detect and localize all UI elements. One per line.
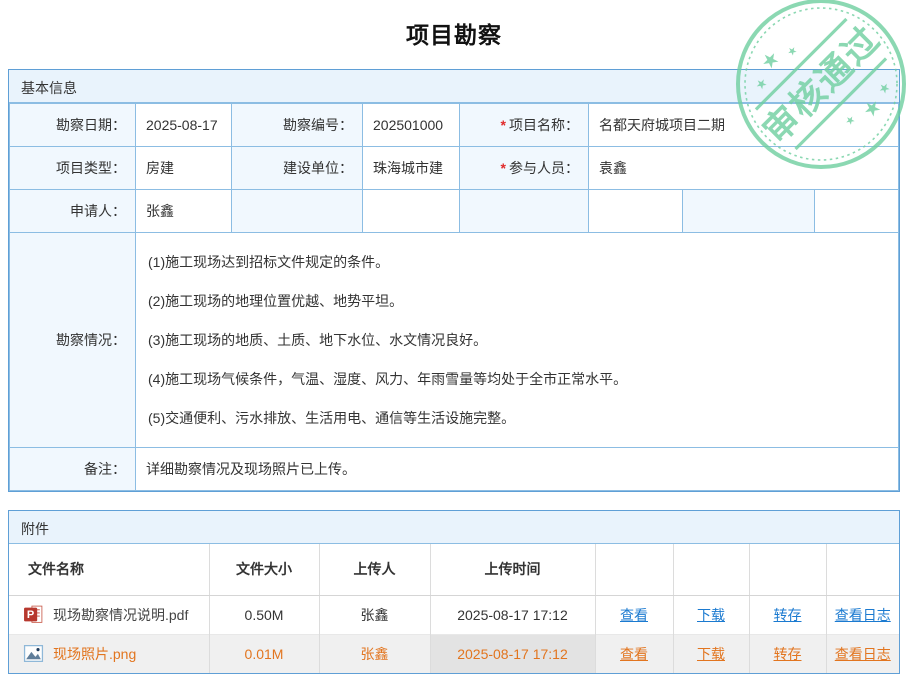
- survey-date-value: 2025-08-17: [136, 104, 232, 147]
- applicant-value: 张鑫: [136, 190, 232, 233]
- page-title: 项目勘察: [0, 0, 908, 50]
- required-asterisk: *: [501, 160, 506, 176]
- survey-line: (1)施工现场达到招标文件规定的条件。: [148, 252, 886, 272]
- file-name-cell[interactable]: 现场照片.png: [9, 634, 209, 673]
- action-cell: 查看日志: [826, 595, 899, 634]
- file-name-text[interactable]: 现场勘察情况说明.pdf: [53, 605, 188, 625]
- empty-value-cell: [363, 190, 460, 233]
- view-log-link[interactable]: 查看日志: [835, 607, 891, 623]
- uploader-header: 上传人: [319, 544, 430, 595]
- project-type-value: 房建: [136, 147, 232, 190]
- file-name-cell[interactable]: P 现场勘察情况说明.pdf: [9, 595, 209, 634]
- action-cell: 查看: [595, 634, 673, 673]
- survey-line: (5)交通便利、污水排放、生活用电、通信等生活设施完整。: [148, 408, 886, 428]
- download-link[interactable]: 下载: [697, 607, 725, 623]
- project-name-label-text: 项目名称：: [509, 117, 579, 133]
- save-copy-link[interactable]: 转存: [774, 646, 802, 662]
- table-row: 项目类型： 房建 建设单位： 珠海城市建 *参与人员： 袁鑫: [10, 147, 899, 190]
- file-name-text[interactable]: 现场照片.png: [53, 644, 136, 664]
- remark-value: 详细勘察情况及现场照片已上传。: [136, 448, 899, 491]
- attachments-table: 文件名称 文件大小 上传人 上传时间: [9, 544, 899, 673]
- action-cell: 下载: [673, 634, 749, 673]
- build-unit-value: 珠海城市建: [363, 147, 460, 190]
- table-row: 勘察情况： (1)施工现场达到招标文件规定的条件。 (2)施工现场的地理位置优越…: [10, 233, 899, 448]
- build-unit-label: 建设单位：: [232, 147, 363, 190]
- survey-date-label: 勘察日期：: [10, 104, 136, 147]
- uploader-cell: 张鑫: [319, 595, 430, 634]
- empty-header-cell: [673, 544, 749, 595]
- file-size-cell: 0.01M: [209, 634, 319, 673]
- attachments-panel: 附件 文件名称 文件大小 上传人 上传时间: [8, 510, 900, 674]
- survey-line: (2)施工现场的地理位置优越、地势平坦。: [148, 291, 886, 311]
- action-cell: 转存: [749, 634, 826, 673]
- survey-line: (3)施工现场的地质、土质、地下水位、水文情况良好。: [148, 330, 886, 350]
- pdf-file-icon: P: [23, 604, 44, 625]
- attachment-row-png[interactable]: 现场照片.png 0.01M 张鑫 2025-08-17 17:12 查看 下载…: [9, 634, 899, 673]
- empty-header-cell: [749, 544, 826, 595]
- remark-label: 备注：: [10, 448, 136, 491]
- applicant-label: 申请人：: [10, 190, 136, 233]
- uploader-cell: 张鑫: [319, 634, 430, 673]
- project-name-value: 名都天府城项目二期: [589, 104, 899, 147]
- empty-value-cell: [589, 190, 683, 233]
- project-type-label: 项目类型：: [10, 147, 136, 190]
- action-cell: 下载: [673, 595, 749, 634]
- project-name-label: *项目名称：: [460, 104, 589, 147]
- basic-info-panel: 基本信息 勘察日期： 2025-08-17 勘察编号： 202501000 *项…: [8, 69, 900, 492]
- attachment-row-pdf[interactable]: P 现场勘察情况说明.pdf 0.50M 张鑫 2025-08-17 17:12…: [9, 595, 899, 634]
- basic-info-section-header: 基本信息: [9, 70, 899, 103]
- upload-time-header: 上传时间: [430, 544, 595, 595]
- table-row: 备注： 详细勘察情况及现场照片已上传。: [10, 448, 899, 491]
- survey-line: (4)施工现场气候条件，气温、湿度、风力、年雨雪量等均处于全市正常水平。: [148, 369, 886, 389]
- action-cell: 转存: [749, 595, 826, 634]
- empty-header-cell: [595, 544, 673, 595]
- empty-value-cell: [815, 190, 899, 233]
- participants-value: 袁鑫: [589, 147, 899, 190]
- download-link[interactable]: 下载: [697, 646, 725, 662]
- upload-time-cell: 2025-08-17 17:12: [430, 595, 595, 634]
- table-row: 勘察日期： 2025-08-17 勘察编号： 202501000 *项目名称： …: [10, 104, 899, 147]
- empty-label-cell: [460, 190, 589, 233]
- survey-situation-label: 勘察情况：: [10, 233, 136, 448]
- required-asterisk: *: [501, 117, 506, 133]
- basic-info-table: 勘察日期： 2025-08-17 勘察编号： 202501000 *项目名称： …: [9, 103, 899, 491]
- save-copy-link[interactable]: 转存: [774, 607, 802, 623]
- view-log-link[interactable]: 查看日志: [835, 646, 891, 662]
- file-size-cell: 0.50M: [209, 595, 319, 634]
- file-name-header: 文件名称: [9, 544, 209, 595]
- attachments-header-row: 文件名称 文件大小 上传人 上传时间: [9, 544, 899, 595]
- action-cell: 查看: [595, 595, 673, 634]
- participants-label: *参与人员：: [460, 147, 589, 190]
- participants-label-text: 参与人员：: [509, 160, 579, 176]
- attachments-section-header: 附件: [9, 511, 899, 544]
- empty-label-cell: [683, 190, 815, 233]
- survey-situation-value: (1)施工现场达到招标文件规定的条件。 (2)施工现场的地理位置优越、地势平坦。…: [136, 233, 899, 448]
- svg-text:P: P: [27, 609, 34, 621]
- empty-label-cell: [232, 190, 363, 233]
- view-link[interactable]: 查看: [620, 646, 648, 662]
- image-file-icon: [23, 643, 44, 664]
- file-size-header: 文件大小: [209, 544, 319, 595]
- view-link[interactable]: 查看: [620, 607, 648, 623]
- empty-header-cell: [826, 544, 899, 595]
- table-row: 申请人： 张鑫: [10, 190, 899, 233]
- upload-time-cell: 2025-08-17 17:12: [430, 634, 595, 673]
- survey-no-value: 202501000: [363, 104, 460, 147]
- survey-no-label: 勘察编号：: [232, 104, 363, 147]
- action-cell: 查看日志: [826, 634, 899, 673]
